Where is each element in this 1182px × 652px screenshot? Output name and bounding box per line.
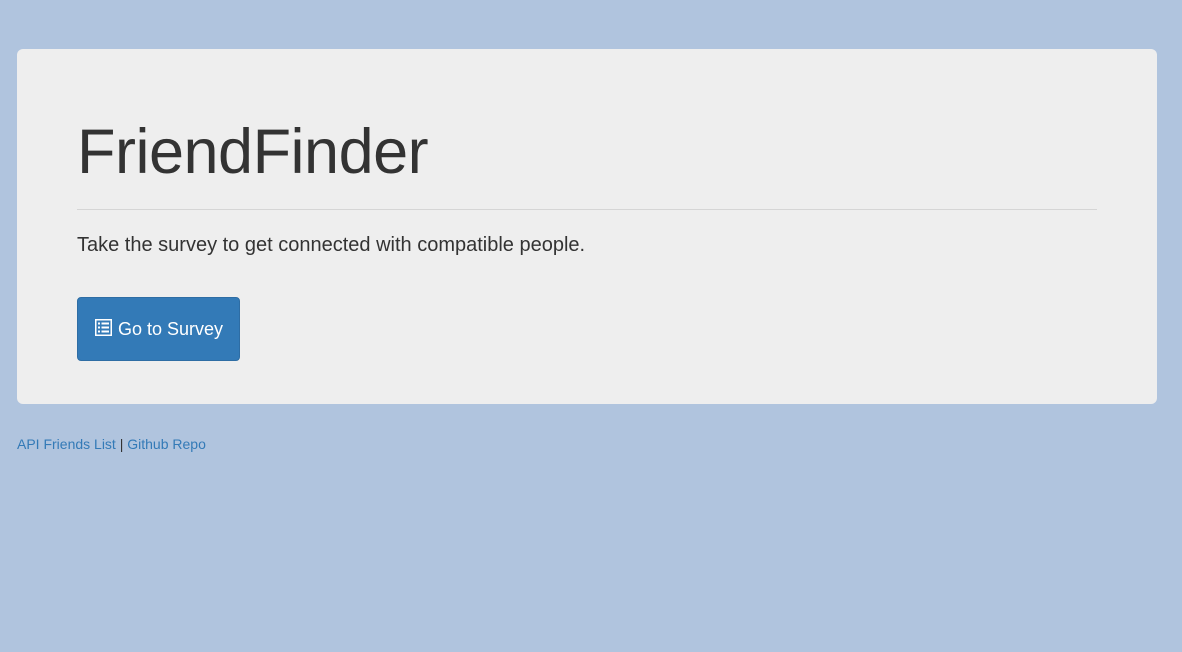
go-to-survey-button[interactable]: Go to Survey [77,297,241,361]
jumbotron-panel: FriendFinder Take the survey to get conn… [17,49,1157,404]
github-repo-link[interactable]: Github Repo [127,436,206,452]
footer-separator: | [119,436,124,452]
page-title: FriendFinder [77,117,429,187]
divider [77,209,1097,210]
lead-text: Take the survey to get connected with co… [77,234,586,256]
go-to-survey-label: Go to Survey [118,318,224,339]
api-friends-list-link[interactable]: API Friends List [17,436,116,452]
list-alt-icon [95,318,112,336]
footer-links: API Friends List | Github Repo [17,435,206,453]
